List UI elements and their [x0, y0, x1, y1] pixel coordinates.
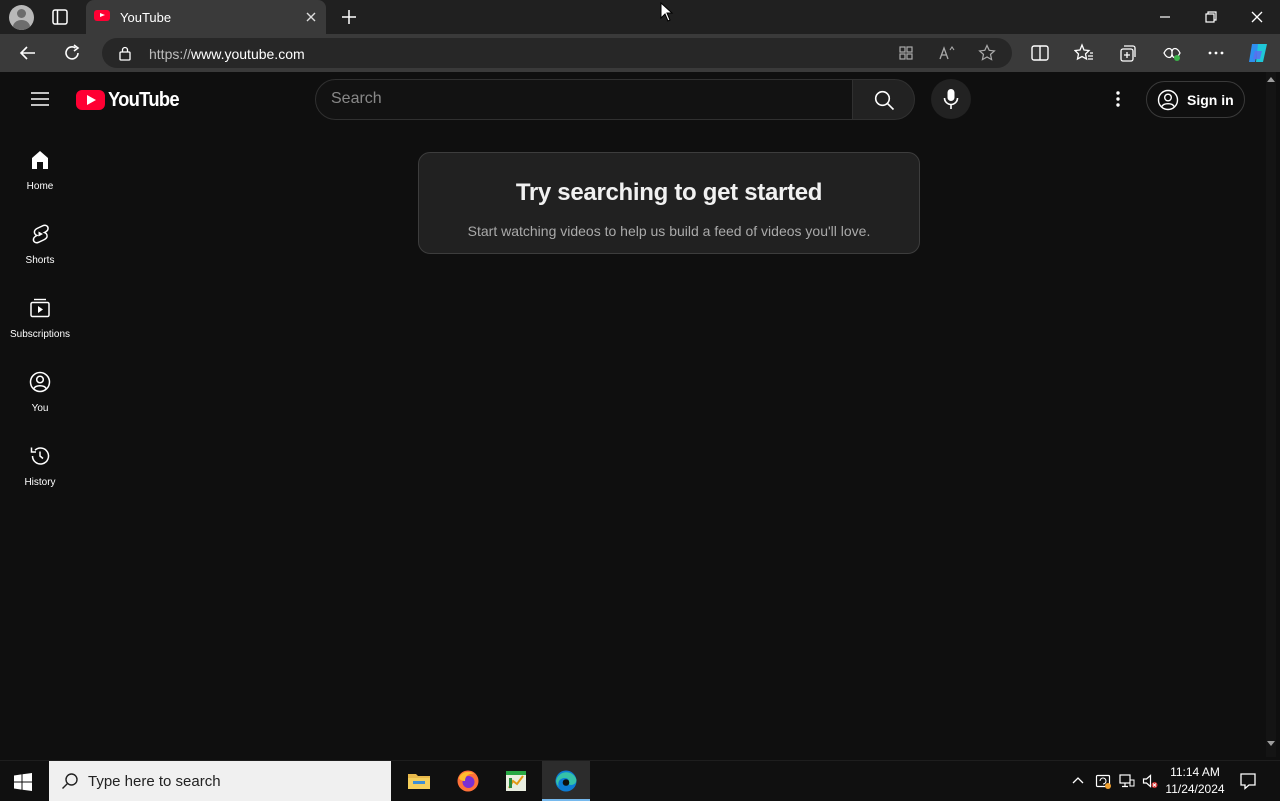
windows-start-icon[interactable] [14, 773, 32, 791]
restore-icon[interactable] [1202, 8, 1220, 26]
sidebar-item-you[interactable]: You [4, 370, 76, 440]
new-tab-icon[interactable] [340, 8, 358, 26]
url-text[interactable]: https://www.youtube.com [149, 46, 305, 62]
taskbar-edge[interactable] [542, 761, 590, 801]
history-icon [30, 447, 50, 465]
empty-feed-subtitle: Start watching videos to help us build a… [467, 223, 871, 239]
sign-in-label: Sign in [1187, 92, 1234, 108]
sidebar-item-label: Home [26, 181, 54, 192]
copilot-icon[interactable] [1246, 41, 1270, 65]
collections-icon[interactable] [1118, 43, 1138, 63]
scroll-up-arrow-icon[interactable] [1267, 77, 1275, 82]
search-box [315, 79, 853, 120]
sidebar-item-history[interactable]: History [4, 444, 76, 514]
settings-kebab-icon[interactable] [1108, 89, 1128, 109]
notifications-icon[interactable] [1239, 772, 1257, 790]
sidebar-item-label: You [31, 403, 49, 414]
update-notification-icon[interactable] [1095, 773, 1111, 789]
logo-text: YouTube [108, 89, 180, 111]
taskbar-search-placeholder: Type here to search [88, 773, 221, 790]
youtube-page: YouTube Sign in Home [4, 72, 1276, 757]
minimize-icon[interactable] [1156, 8, 1174, 26]
back-arrow-icon[interactable] [18, 43, 38, 63]
scroll-down-arrow-icon[interactable] [1267, 741, 1275, 746]
account-circle-icon [1157, 89, 1179, 111]
spreadsheet-app-icon [506, 771, 526, 791]
system-clock[interactable]: 11:14 AM 11/24/2024 [1160, 764, 1230, 798]
mouse-cursor-icon [660, 2, 674, 22]
favorites-icon[interactable] [1074, 43, 1094, 63]
close-tab-icon[interactable] [304, 10, 318, 24]
youtube-favicon-icon [94, 10, 110, 21]
profile-avatar[interactable] [9, 5, 34, 30]
taskbar-spreadsheet-app[interactable] [492, 761, 540, 801]
volume-muted-icon[interactable] [1142, 773, 1158, 789]
network-icon[interactable] [1119, 773, 1135, 789]
sidebar-item-subscriptions[interactable]: Subscriptions [4, 296, 76, 366]
refresh-icon[interactable] [62, 43, 82, 63]
youtube-play-icon [76, 90, 105, 110]
sidebar-item-label: Shorts [25, 255, 55, 266]
microphone-icon [943, 89, 959, 109]
taskbar-firefox[interactable] [444, 761, 492, 801]
sidebar-item-label: History [24, 477, 56, 488]
browser-essentials-icon[interactable] [1162, 43, 1182, 63]
subscriptions-icon [30, 298, 50, 318]
you-icon [29, 371, 51, 393]
menu-hamburger-icon[interactable] [28, 89, 52, 109]
address-bar[interactable]: https://www.youtube.com [102, 38, 1012, 68]
page-scrollbar[interactable] [1266, 72, 1276, 757]
search-icon [874, 90, 895, 111]
url-protocol: https:// [149, 46, 192, 62]
search-input[interactable] [331, 88, 831, 110]
clock-time: 11:14 AM [1170, 765, 1220, 779]
sidebar-item-shorts[interactable]: Shorts [4, 222, 76, 292]
empty-feed-title: Try searching to get started [515, 179, 823, 206]
read-aloud-icon[interactable] [938, 45, 956, 61]
home-icon [32, 151, 48, 169]
empty-feed-card: Try searching to get started Start watch… [418, 152, 920, 254]
show-hidden-icons-chevron-icon[interactable] [1070, 773, 1086, 789]
voice-search-button[interactable] [931, 79, 971, 119]
app-available-icon[interactable] [898, 45, 914, 61]
taskbar-file-explorer[interactable] [395, 761, 443, 801]
url-host: www.youtube.com [191, 46, 305, 62]
more-options-icon[interactable] [1206, 43, 1226, 63]
firefox-icon [457, 770, 479, 792]
browser-titlebar: YouTube [0, 0, 1280, 34]
sidebar-item-home[interactable]: Home [4, 148, 76, 218]
windows-taskbar: Type here to search 11:14 AM 11/24/2024 [0, 760, 1280, 801]
search-icon [62, 773, 78, 789]
taskbar-search-box[interactable]: Type here to search [49, 761, 391, 801]
search-button[interactable] [852, 79, 915, 120]
split-screen-icon[interactable] [1030, 43, 1050, 63]
sidebar-item-label: Subscriptions [9, 329, 71, 340]
file-explorer-icon [408, 774, 430, 789]
shorts-icon [32, 224, 49, 244]
edge-browser-icon [555, 770, 577, 792]
tab-actions-icon[interactable] [50, 7, 70, 27]
sign-in-button[interactable]: Sign in [1146, 81, 1245, 118]
tab-youtube[interactable]: YouTube [86, 0, 326, 34]
tab-title: YouTube [120, 10, 172, 25]
favorite-star-icon[interactable] [978, 44, 996, 62]
close-window-icon[interactable] [1248, 8, 1266, 26]
browser-navbar: https://www.youtube.com [0, 34, 1280, 72]
clock-date: 11/24/2024 [1165, 782, 1225, 796]
lock-icon[interactable] [118, 45, 132, 61]
